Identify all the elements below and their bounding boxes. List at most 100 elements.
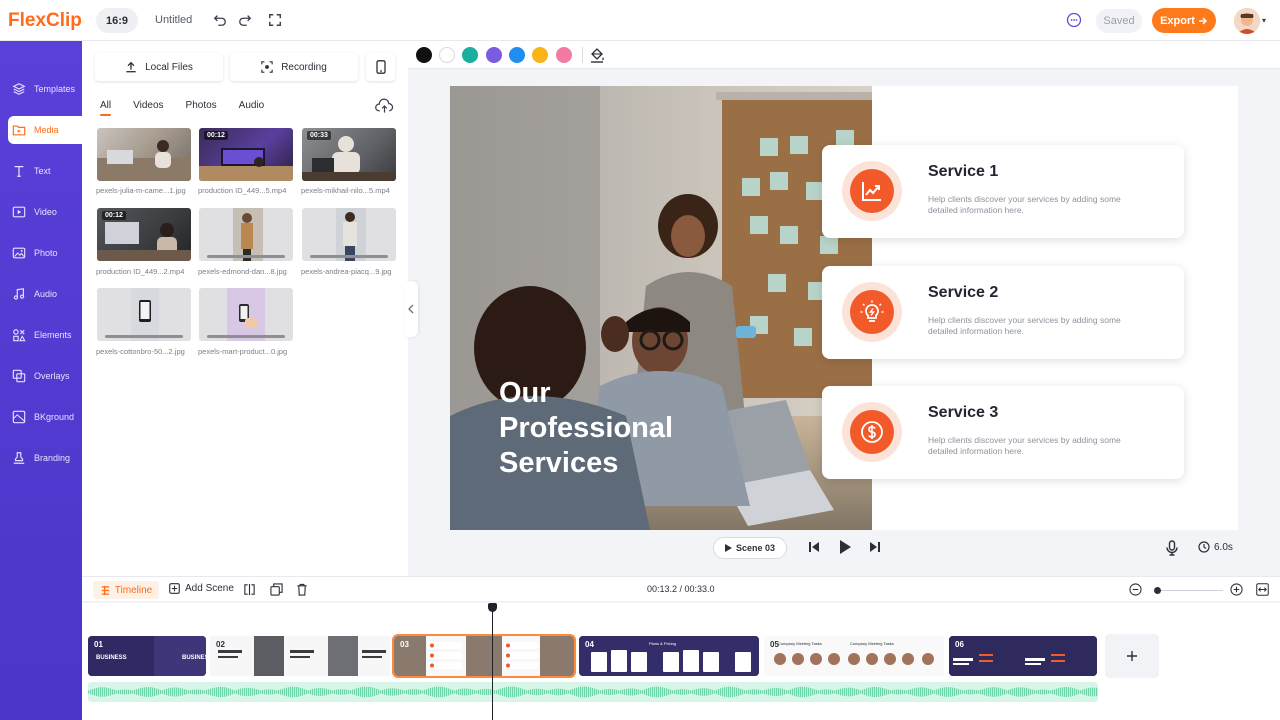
fit-timeline-icon[interactable]: [1256, 583, 1269, 599]
next-scene-icon[interactable]: [869, 540, 881, 557]
thumbnail-progress-bar: [105, 335, 183, 338]
duration-badge: 00:33: [307, 131, 331, 140]
microphone-icon[interactable]: [1166, 540, 1178, 559]
service-description: Help clients discover your services by a…: [928, 194, 1121, 215]
nav-item-overlays[interactable]: Overlays: [8, 362, 82, 390]
play-icon[interactable]: [839, 539, 852, 558]
service-card-1[interactable]: Service 1 Help clients discover your ser…: [822, 145, 1184, 238]
service-title: Service 3: [928, 404, 999, 421]
service-card-2[interactable]: Service 2 Help clients discover your ser…: [822, 266, 1184, 359]
duplicate-icon[interactable]: [270, 583, 283, 599]
redo-icon[interactable]: [235, 10, 255, 30]
color-swatch-yellow[interactable]: [532, 47, 548, 63]
recording-button[interactable]: Recording: [230, 53, 358, 81]
media-item-label: production ID_449...5.mp4: [198, 186, 287, 195]
zoom-slider-track[interactable]: [1155, 590, 1223, 591]
export-button[interactable]: Export: [1152, 8, 1216, 33]
nav-item-templates[interactable]: Templates: [8, 75, 82, 103]
fullscreen-icon[interactable]: [265, 10, 285, 30]
scene-clip-04[interactable]: Plans & Pricing 04: [579, 636, 759, 676]
local-files-button[interactable]: Local Files: [95, 53, 223, 81]
tab-photos[interactable]: Photos: [186, 100, 217, 114]
scene-play-button[interactable]: Scene 03: [713, 537, 787, 559]
thumbnail-progress-bar: [207, 255, 285, 258]
media-thumbnail[interactable]: 00:33: [302, 128, 396, 181]
color-swatch-white[interactable]: [439, 47, 455, 63]
nav-item-video[interactable]: Video: [8, 198, 82, 226]
scene-number: 06: [955, 640, 964, 649]
color-swatch-blue[interactable]: [509, 47, 525, 63]
scene-background-photo[interactable]: Our Professional Services: [450, 86, 872, 530]
add-scene-tile[interactable]: [1105, 634, 1159, 678]
nav-item-bkground[interactable]: BKground: [8, 403, 82, 431]
scene-clip-06[interactable]: 06: [949, 636, 1097, 676]
color-swatch-pink[interactable]: [556, 47, 572, 63]
cloud-upload-icon[interactable]: [375, 98, 394, 117]
color-swatch-purple[interactable]: [486, 47, 502, 63]
chat-support-icon[interactable]: [1064, 10, 1084, 30]
local-files-label: Local Files: [145, 61, 193, 73]
zoom-slider-handle[interactable]: [1154, 587, 1161, 594]
media-thumbnail[interactable]: [199, 288, 293, 341]
aspect-ratio-button[interactable]: 16:9: [96, 8, 138, 33]
media-thumbnail[interactable]: 00:12: [199, 128, 293, 181]
trash-icon[interactable]: [296, 583, 308, 599]
duration-badge: 00:12: [204, 131, 228, 140]
scene-clip-02[interactable]: 02: [210, 636, 390, 676]
tab-audio[interactable]: Audio: [239, 100, 265, 114]
nav-item-photo[interactable]: Photo: [8, 239, 82, 267]
scene-number: 04: [585, 640, 594, 649]
zoom-in-icon[interactable]: [1230, 583, 1243, 599]
app-logo[interactable]: FlexClip: [8, 9, 82, 33]
previous-scene-icon[interactable]: [808, 540, 820, 557]
paint-bucket-icon[interactable]: [589, 47, 605, 66]
chevron-down-icon[interactable]: ▾: [1262, 16, 1266, 25]
color-swatch-teal[interactable]: [462, 47, 478, 63]
service-icon-badge: [842, 402, 902, 462]
zoom-out-icon[interactable]: [1129, 583, 1142, 599]
media-item-label: pexels-mart-product...0.jpg: [198, 347, 288, 356]
color-swatch-black[interactable]: [416, 47, 432, 63]
undo-icon[interactable]: [210, 10, 230, 30]
nav-item-elements[interactable]: Elements: [8, 321, 82, 349]
dollar-icon: [861, 421, 883, 443]
nav-item-audio[interactable]: Audio: [8, 280, 82, 308]
service-card-3[interactable]: Service 3 Help clients discover your ser…: [822, 386, 1184, 479]
collapse-panel-button[interactable]: [404, 281, 418, 337]
playhead[interactable]: [492, 603, 493, 720]
nav-item-branding[interactable]: Branding: [8, 444, 82, 472]
timeline-button[interactable]: Timeline: [93, 581, 159, 599]
add-scene-button[interactable]: Add Scene: [169, 583, 234, 594]
media-thumbnail[interactable]: [302, 208, 396, 261]
phone-upload-button[interactable]: [366, 53, 395, 81]
nav-item-text[interactable]: Text: [8, 157, 82, 185]
media-thumbnail[interactable]: [97, 288, 191, 341]
nav-item-media[interactable]: Media: [8, 116, 82, 144]
scene-duration[interactable]: 6.0s: [1198, 541, 1233, 553]
service-description: Help clients discover your services by a…: [928, 315, 1121, 336]
scene-clip-03[interactable]: 03: [392, 634, 576, 678]
audio-waveform[interactable]: [88, 682, 1098, 702]
scene-clip-01[interactable]: BUSINESS BUSINESS 01: [88, 636, 206, 676]
thumbnail-progress-bar: [207, 335, 285, 338]
tab-all[interactable]: All: [100, 100, 112, 116]
media-thumbnail[interactable]: [97, 128, 191, 181]
playhead-handle[interactable]: [488, 603, 497, 612]
scene-clip-text: BUSINESS: [96, 655, 127, 661]
document-title[interactable]: Untitled: [155, 14, 192, 26]
scene-number: 05: [770, 640, 779, 649]
split-icon[interactable]: [243, 583, 256, 599]
media-thumbnail[interactable]: 00:12: [97, 208, 191, 261]
left-nav: Templates Media Text Video Photo Audio E…: [0, 41, 82, 720]
avatar[interactable]: [1234, 8, 1260, 34]
tab-videos[interactable]: Videos: [133, 100, 163, 114]
editor-canvas[interactable]: Our Professional Services Service 1 Help…: [450, 86, 1238, 530]
thumbnail-progress-bar: [310, 255, 388, 258]
play-icon: [724, 544, 732, 552]
headline-text[interactable]: Our Professional Services: [499, 376, 673, 481]
overlays-icon: [12, 369, 26, 383]
media-thumbnail[interactable]: [199, 208, 293, 261]
scene-clip-05[interactable]: Company Meeting Tasks Company Meeting Tas…: [764, 636, 944, 676]
service-title: Service 2: [928, 284, 999, 301]
upload-icon: [126, 61, 136, 73]
